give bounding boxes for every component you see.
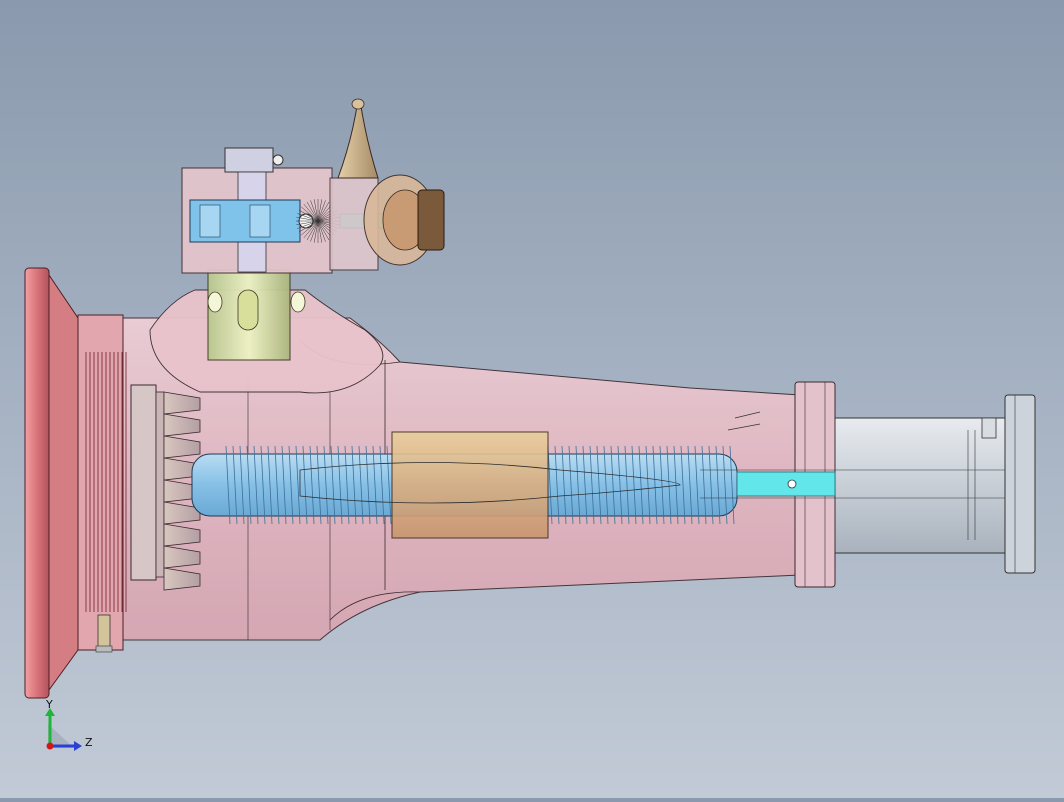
- coordinate-triad: Y Z: [40, 698, 110, 760]
- y-axis-label: Y: [45, 700, 53, 711]
- cad-3d-viewport[interactable]: [0, 0, 1064, 798]
- cone-handle[interactable]: [337, 98, 379, 179]
- shaft-set-screw: [981, 417, 997, 439]
- origin-dot: [46, 742, 54, 750]
- z-axis-label: Z: [85, 736, 93, 749]
- vertical-post[interactable]: [207, 269, 306, 361]
- lower-bolt: [95, 614, 113, 653]
- output-shaft[interactable]: [834, 394, 1036, 574]
- input-worm-shaft[interactable]: [329, 174, 445, 271]
